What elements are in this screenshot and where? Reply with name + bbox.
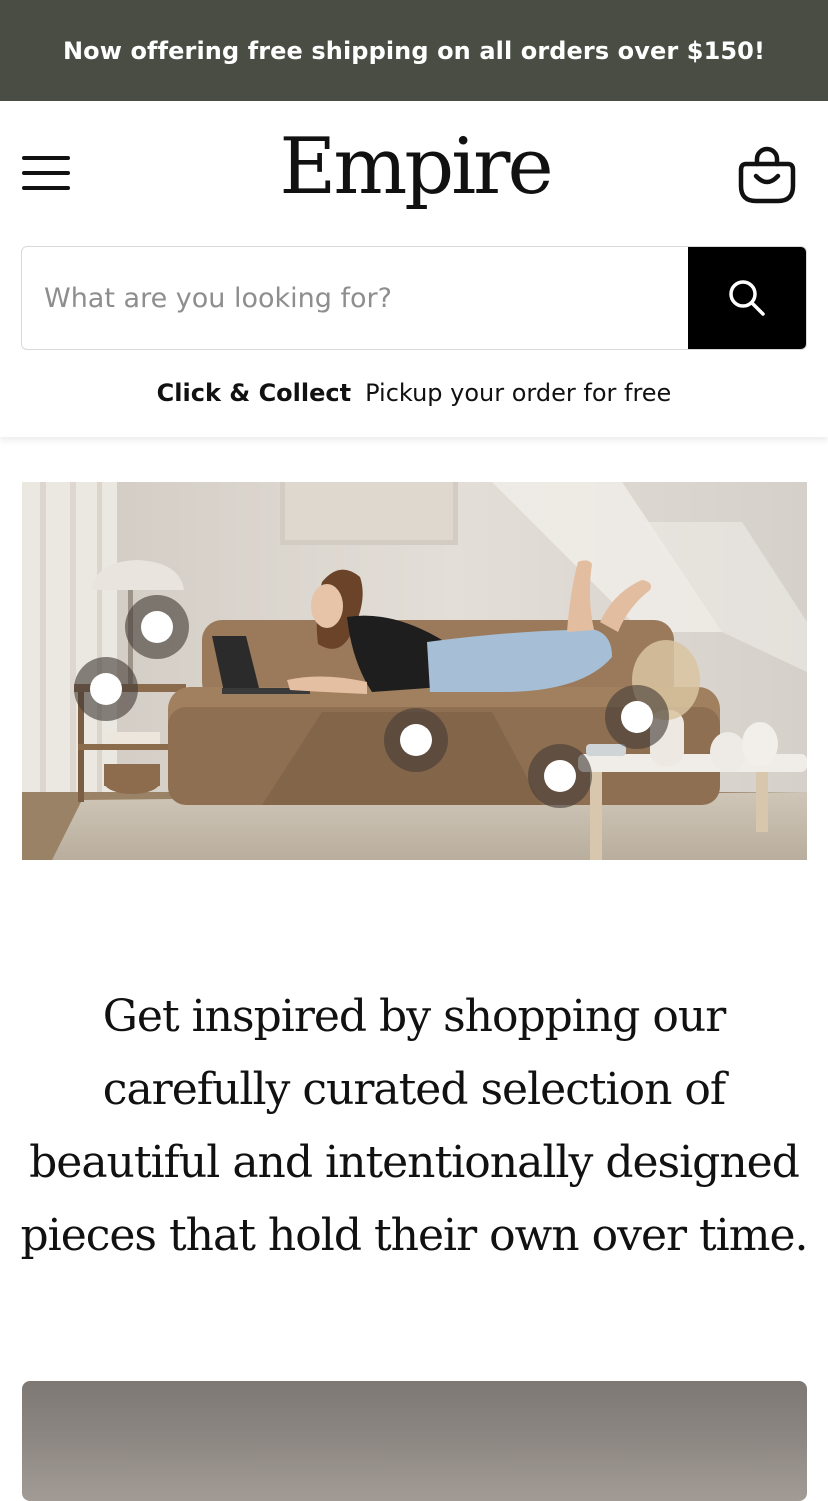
product-hotspot-coffee-table[interactable] [528, 744, 592, 808]
store-logo[interactable]: Empire [250, 112, 580, 222]
search-bar [21, 246, 807, 350]
next-section-image [22, 1381, 807, 1501]
product-hotspot-sofa[interactable] [384, 708, 448, 772]
product-hotspot-lamp[interactable] [125, 595, 189, 659]
shopping-bag-icon [738, 146, 796, 204]
announcement-text: Now offering free shipping on all orders… [62, 36, 766, 65]
click-collect-title: Click & Collect [156, 379, 352, 407]
product-hotspot-side-table[interactable] [74, 657, 138, 721]
search-button[interactable] [688, 247, 806, 349]
click-collect-banner[interactable]: Click & Collect Pickup your order for fre… [0, 370, 828, 416]
product-hotspot-vase[interactable] [605, 685, 669, 749]
search-input[interactable] [22, 247, 688, 349]
search-icon [729, 280, 765, 316]
inspiration-tagline: Get inspired by shopping our carefully c… [20, 991, 808, 1261]
announcement-bar: Now offering free shipping on all orders… [0, 0, 828, 101]
menu-icon-bar [22, 156, 70, 160]
hero-shoppable-image [22, 482, 807, 860]
menu-button[interactable] [20, 152, 72, 194]
cart-button[interactable] [738, 146, 796, 206]
menu-icon-bar [22, 171, 70, 175]
hero-living-room-image [22, 482, 807, 860]
click-collect-text: Pickup your order for free [365, 379, 672, 407]
menu-icon-bar [22, 186, 70, 190]
